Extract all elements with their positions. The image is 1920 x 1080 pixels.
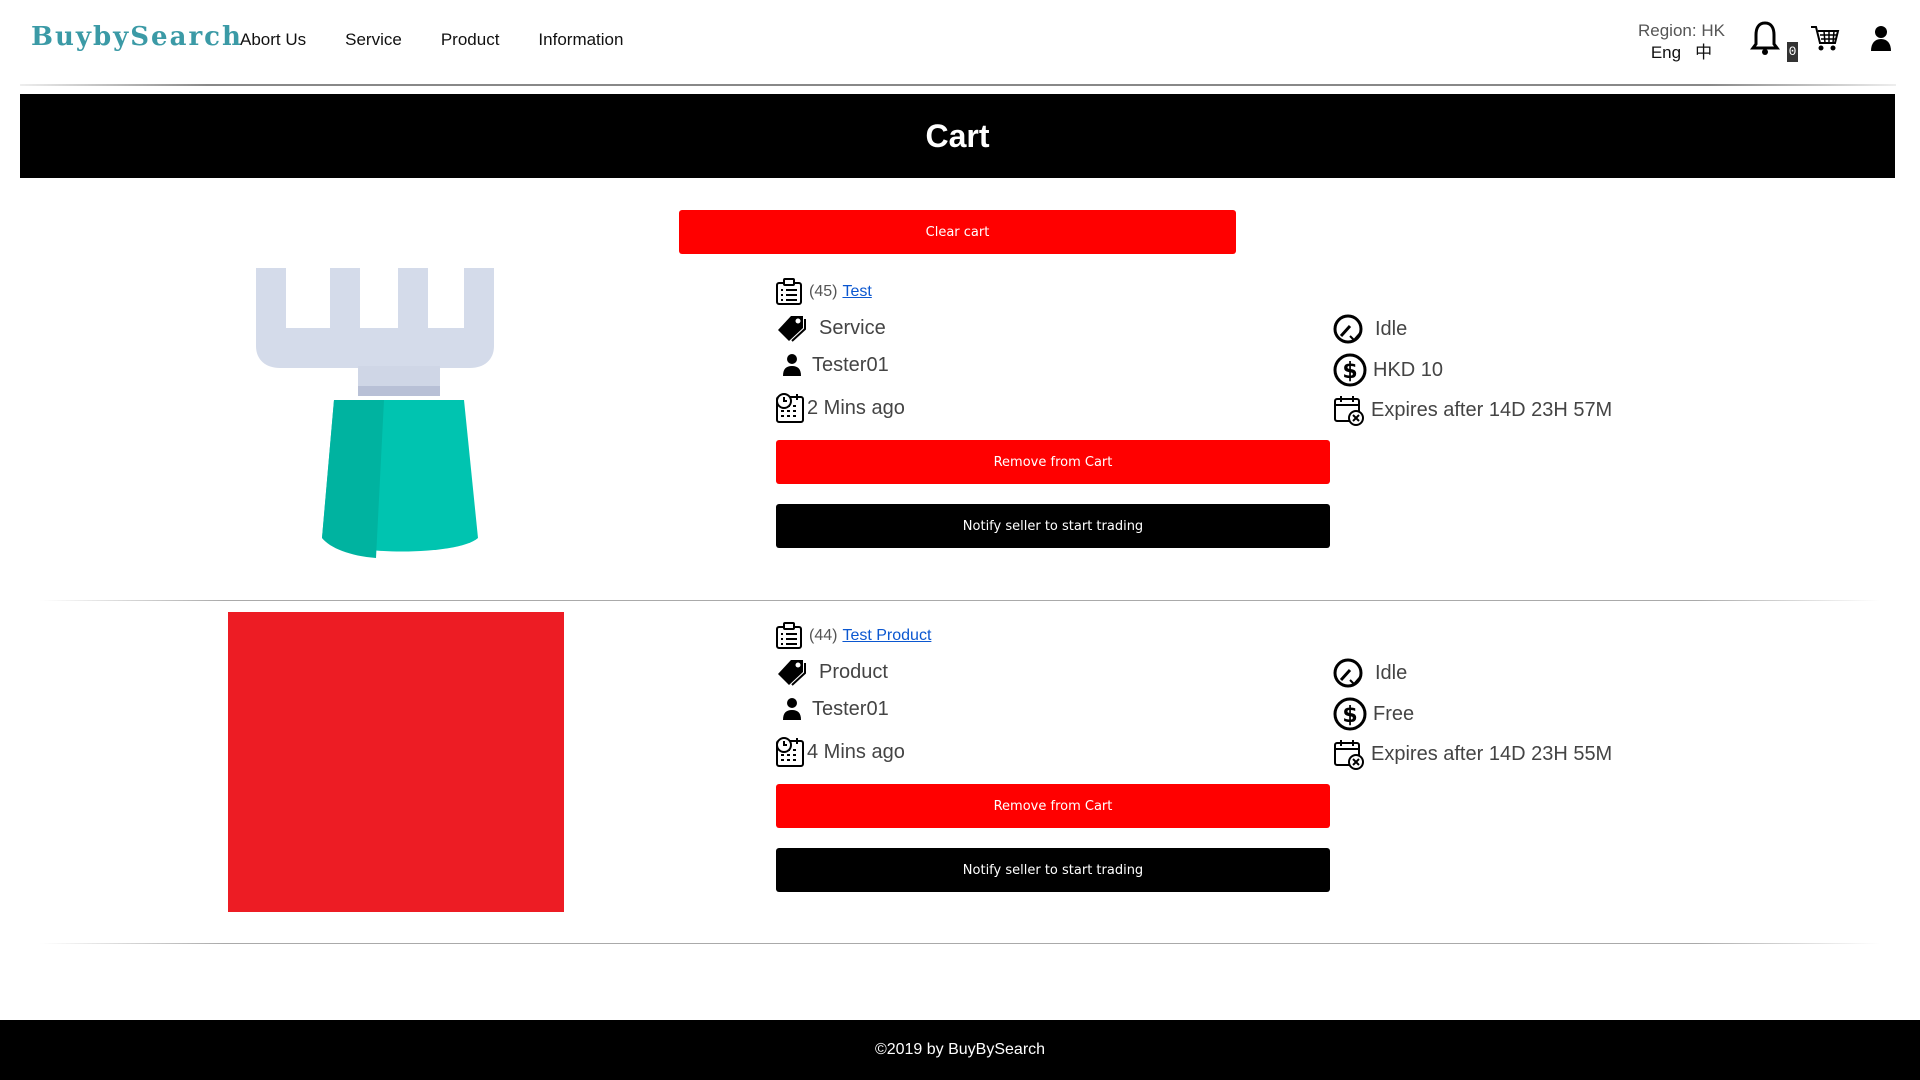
seller-user-icon bbox=[783, 698, 801, 720]
page-title: Cart bbox=[925, 117, 990, 154]
item-divider bbox=[40, 943, 1880, 944]
language-switcher: Eng 中 bbox=[1638, 42, 1725, 64]
item-time-row: 4 Mins ago bbox=[775, 736, 905, 768]
item-name-link[interactable]: Test Product bbox=[842, 627, 931, 645]
svg-text:$: $ bbox=[1342, 703, 1357, 728]
item-type-row: Service bbox=[777, 314, 886, 342]
item-type: Service bbox=[819, 316, 886, 339]
item-name-link[interactable]: Test bbox=[842, 283, 871, 301]
item-status-row: Idle bbox=[1333, 314, 1407, 344]
item-price: Free bbox=[1373, 702, 1415, 725]
dollar-icon: $ bbox=[1333, 353, 1367, 387]
item-seller: Tester01 bbox=[812, 353, 889, 376]
item-expiry-row: Expires after 14D 23H 55M bbox=[1333, 738, 1612, 770]
item-id: (45) bbox=[809, 283, 838, 300]
tags-icon bbox=[778, 316, 806, 342]
footer: ©2019 by BuyBySearch bbox=[0, 1020, 1920, 1080]
header-divider bbox=[20, 84, 1896, 86]
notify-seller-button[interactable]: Notify seller to start trading bbox=[776, 504, 1330, 548]
item-status: Idle bbox=[1375, 317, 1408, 340]
item-type: Product bbox=[819, 660, 888, 683]
rake-image[interactable] bbox=[250, 260, 550, 570]
shopping-cart-icon[interactable] bbox=[1810, 24, 1840, 52]
region-selector: Region: HK Eng 中 bbox=[1638, 20, 1725, 64]
item-price: HKD 10 bbox=[1373, 358, 1444, 381]
calendar-clock-icon bbox=[776, 393, 804, 423]
speedometer-icon bbox=[1333, 314, 1363, 344]
seller-user-icon bbox=[783, 354, 801, 376]
bell-icon[interactable] bbox=[1750, 20, 1780, 56]
item-status-row: Idle bbox=[1333, 658, 1407, 688]
footer-copyright: ©2019 by BuyBySearch bbox=[874, 1041, 1046, 1058]
item-seller-row: Tester01 bbox=[782, 697, 889, 721]
lang-chinese[interactable]: 中 bbox=[1695, 42, 1712, 64]
clipboard-icon bbox=[776, 278, 802, 305]
item-posted-time: 2 Mins ago bbox=[807, 396, 905, 419]
region-label[interactable]: Region: HK bbox=[1638, 20, 1725, 42]
remove-from-cart-button[interactable]: Remove from Cart bbox=[776, 784, 1330, 828]
item-expiry-row: Expires after 14D 23H 57M bbox=[1333, 394, 1612, 426]
clipboard-icon bbox=[776, 622, 802, 649]
item-id-row: (45) Test bbox=[775, 278, 872, 306]
page-title-bar: Cart bbox=[20, 94, 1895, 178]
item-expiry: Expires after 14D 23H 55M bbox=[1371, 742, 1613, 765]
item-seller-row: Tester01 bbox=[782, 353, 889, 377]
tags-icon bbox=[778, 660, 806, 686]
dollar-icon: $ bbox=[1333, 697, 1367, 731]
product-image[interactable] bbox=[228, 612, 564, 912]
header: BuybySearch Abort Us Service Product Inf… bbox=[0, 0, 1920, 84]
item-expiry: Expires after 14D 23H 57M bbox=[1371, 398, 1613, 421]
item-price-row: $ Free bbox=[1333, 697, 1414, 731]
nav-information[interactable]: Information bbox=[538, 30, 623, 50]
site-logo[interactable]: BuybySearch bbox=[31, 22, 243, 52]
remove-from-cart-button[interactable]: Remove from Cart bbox=[776, 440, 1330, 484]
item-price-row: $ HKD 10 bbox=[1333, 353, 1443, 387]
cart-item: (45) Test Service Tester01 2 Mins ago Id… bbox=[0, 260, 1920, 600]
user-account-icon[interactable] bbox=[1869, 24, 1893, 52]
nav-product[interactable]: Product bbox=[441, 30, 500, 50]
calendar-expire-icon bbox=[1334, 396, 1364, 426]
clear-cart-button[interactable]: Clear cart bbox=[679, 210, 1236, 254]
item-status: Idle bbox=[1375, 661, 1408, 684]
cart-item: (44) Test Product Product Tester01 4 Min… bbox=[0, 604, 1920, 944]
svg-text:$: $ bbox=[1342, 359, 1357, 384]
speedometer-icon bbox=[1333, 658, 1363, 688]
item-id-row: (44) Test Product bbox=[775, 622, 931, 650]
item-seller: Tester01 bbox=[812, 697, 889, 720]
item-time-row: 2 Mins ago bbox=[775, 392, 905, 424]
nav-service[interactable]: Service bbox=[345, 30, 402, 50]
lang-english[interactable]: Eng bbox=[1651, 42, 1681, 64]
item-id: (44) bbox=[809, 627, 838, 644]
notification-count: 0 bbox=[1787, 42, 1798, 62]
notify-seller-button[interactable]: Notify seller to start trading bbox=[776, 848, 1330, 892]
main-nav: Abort Us Service Product Information bbox=[240, 30, 623, 50]
item-type-row: Product bbox=[777, 658, 888, 686]
item-posted-time: 4 Mins ago bbox=[807, 740, 905, 763]
item-divider bbox=[40, 600, 1880, 601]
calendar-expire-icon bbox=[1334, 740, 1364, 770]
nav-about-us[interactable]: Abort Us bbox=[240, 30, 306, 50]
calendar-clock-icon bbox=[776, 737, 804, 767]
